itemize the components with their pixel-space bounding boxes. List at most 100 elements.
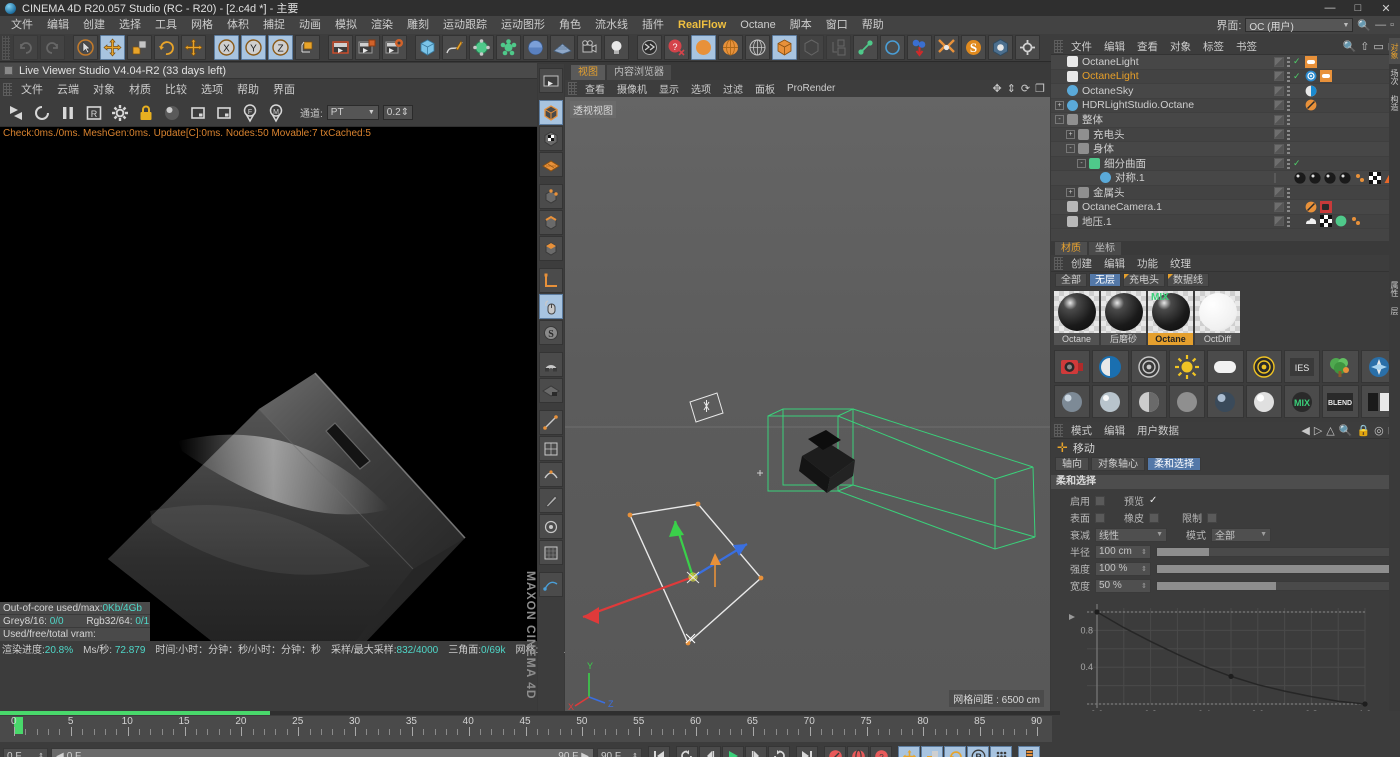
material-item[interactable]: OctDiff: [1195, 291, 1240, 345]
radius-slider[interactable]: [1156, 547, 1395, 557]
tab-content-browser[interactable]: 内容浏览器: [607, 65, 671, 80]
contrast-node-button[interactable]: [1092, 350, 1128, 383]
menu-item-render[interactable]: 渲染: [364, 16, 400, 34]
object-row[interactable]: OctaneLight✓: [1051, 70, 1392, 85]
viewport-3d-canvas[interactable]: 透视视图: [565, 97, 1050, 711]
close-button[interactable]: ✕: [1372, 0, 1400, 16]
end-frame-input[interactable]: 90 F ⇕: [597, 748, 642, 757]
visibility-toggle-icon[interactable]: [1274, 71, 1284, 81]
material-item[interactable]: 后磨砂: [1101, 291, 1146, 345]
restart-render-icon[interactable]: [4, 101, 28, 125]
material-preview-icon[interactable]: [160, 101, 184, 125]
mm-menu-edit[interactable]: 编辑: [1098, 256, 1131, 271]
knife-tool-button[interactable]: [539, 488, 563, 513]
range-start-arrow[interactable]: ◀: [56, 751, 64, 757]
lv-menu-file[interactable]: 文件: [14, 81, 50, 97]
help-marker-button[interactable]: ?: [664, 35, 689, 60]
timeline-range-bar[interactable]: ◀ 0 F 90 F ▶: [51, 748, 594, 757]
brush-tool-button[interactable]: [539, 514, 563, 539]
am-menu-mode[interactable]: 模式: [1065, 423, 1098, 438]
chart-control-point[interactable]: [1094, 609, 1099, 614]
octane-globe-button[interactable]: [745, 35, 770, 60]
octane-settings-button[interactable]: [718, 35, 743, 60]
zoom-view-icon[interactable]: ⇕: [1007, 82, 1016, 95]
menu-item-mograph[interactable]: 运动图形: [494, 16, 552, 34]
move-tool-alt-button[interactable]: [181, 35, 206, 60]
settings-gear-icon[interactable]: [108, 101, 132, 125]
tab-view[interactable]: 视图: [571, 65, 605, 80]
menu-item-help[interactable]: 帮助: [855, 16, 891, 34]
collapse-icon[interactable]: ▭: [1373, 40, 1383, 53]
object-row[interactable]: OctaneCamera.1: [1051, 200, 1392, 215]
subdivide-tool-button[interactable]: [539, 540, 563, 565]
material-pin-icon[interactable]: M: [264, 101, 288, 125]
mode-dropdown[interactable]: 全部 ▼: [1211, 528, 1271, 542]
search-icon[interactable]: 🔍: [1357, 19, 1371, 32]
visibility-toggle-icon[interactable]: [1274, 129, 1284, 139]
menu-item-sculpt[interactable]: 雕刻: [400, 16, 436, 34]
target-node-button[interactable]: [1246, 350, 1282, 383]
side-tab-structure[interactable]: 构造: [1389, 90, 1400, 116]
filter-data-cable[interactable]: 数据线: [1167, 273, 1209, 287]
menu-item-simulate[interactable]: 模拟: [328, 16, 364, 34]
menu-item-plugins[interactable]: 插件: [635, 16, 671, 34]
play-button[interactable]: [722, 746, 744, 757]
object-row[interactable]: +HDRLightStudio.Octane: [1051, 99, 1392, 114]
lv-menu-options[interactable]: 选项: [194, 81, 230, 97]
pla-key-button[interactable]: [990, 746, 1012, 757]
add-cube-primitive-button[interactable]: [415, 35, 440, 60]
lv-menu-interface[interactable]: 界面: [266, 81, 302, 97]
panel-grip[interactable]: [3, 83, 12, 96]
object-tag-cloud-icon[interactable]: [1305, 215, 1317, 227]
object-row[interactable]: 地压.1: [1051, 215, 1392, 230]
world-object-coordinate-button[interactable]: [295, 35, 320, 60]
chart-control-point[interactable]: [1362, 701, 1367, 706]
previous-key-button[interactable]: [676, 746, 698, 757]
lock-icon[interactable]: [134, 101, 158, 125]
octane-proxy-button[interactable]: [799, 35, 824, 60]
vp-menu-options[interactable]: 选项: [685, 81, 717, 96]
attribute-manager-grip[interactable]: [1054, 424, 1063, 437]
material-item[interactable]: MIXOctane: [1148, 291, 1193, 345]
material-item[interactable]: Octane: [1054, 291, 1099, 345]
ring-node-button[interactable]: [1131, 350, 1167, 383]
tree-node-button[interactable]: [1322, 350, 1358, 383]
preferences-gear-button[interactable]: [1015, 35, 1040, 60]
om-menu-view[interactable]: 查看: [1131, 39, 1164, 54]
restore-panel-icon[interactable]: ▫: [1390, 19, 1394, 31]
back-arrow-icon[interactable]: ◀: [1301, 424, 1309, 437]
object-tag-camera-icon[interactable]: [1320, 201, 1332, 213]
add-spline-button[interactable]: [442, 35, 467, 60]
render-to-picture-viewer-button[interactable]: [355, 35, 380, 60]
limit-checkbox[interactable]: [1207, 513, 1217, 523]
menu-item-pipeline[interactable]: 流水线: [588, 16, 635, 34]
mm-menu-texture[interactable]: 纹理: [1164, 256, 1197, 271]
object-manager-grip[interactable]: [1054, 40, 1063, 53]
menu-item-motion-tracker[interactable]: 运动跟踪: [436, 16, 494, 34]
object-row[interactable]: -细分曲面✓: [1051, 157, 1392, 172]
enable-checkbox[interactable]: [1095, 496, 1105, 506]
om-menu-tags[interactable]: 标签: [1197, 39, 1230, 54]
visibility-dots-icon[interactable]: [1287, 129, 1290, 140]
toolbar-grip[interactable]: [2, 36, 10, 60]
octane-live-viewer-button[interactable]: [691, 35, 716, 60]
expand-collapse-icon[interactable]: -: [1066, 144, 1075, 153]
edge-mode-button[interactable]: [539, 210, 563, 235]
object-row[interactable]: -身体: [1051, 142, 1392, 157]
mm-menu-create[interactable]: 创建: [1065, 256, 1098, 271]
sun-node-button[interactable]: [1169, 350, 1205, 383]
substance-button[interactable]: S: [961, 35, 986, 60]
x-axis-lock-button[interactable]: X: [214, 35, 239, 60]
metal-node-button[interactable]: [1207, 385, 1243, 418]
tab-materials[interactable]: 材质: [1055, 242, 1087, 255]
live-viewer-render-canvas[interactable]: Out-of-core used/max:0Kb/4Gb Grey8/16: 0…: [0, 141, 537, 641]
object-tag-green-icon[interactable]: [1335, 215, 1347, 227]
object-mode-button[interactable]: [539, 100, 563, 125]
picture-in-picture-icon[interactable]: [186, 101, 210, 125]
visibility-dots-icon[interactable]: [1287, 100, 1290, 111]
object-row[interactable]: OctaneLight✓: [1051, 55, 1392, 70]
vp-menu-filter[interactable]: 过滤: [717, 81, 749, 96]
om-menu-edit[interactable]: 编辑: [1098, 39, 1131, 54]
menu-item-file[interactable]: 文件: [4, 16, 40, 34]
camera-morph-button[interactable]: [539, 572, 563, 597]
